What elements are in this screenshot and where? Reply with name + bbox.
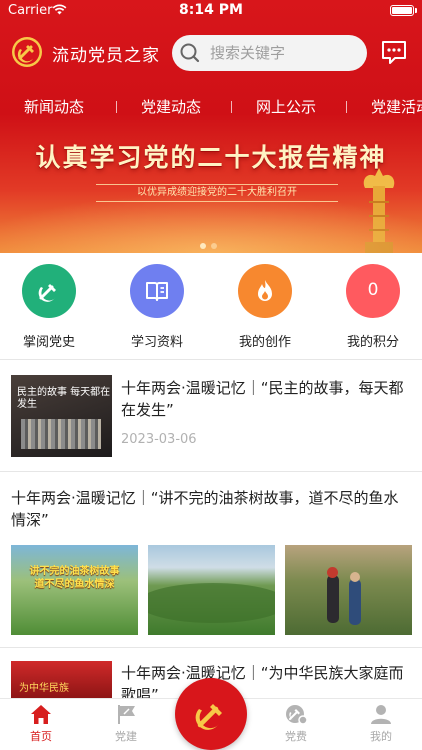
header-hero: Carrier 8:14 PM 流动党员之家 搜索关键字 新闻动态 党建动态 网…: [0, 0, 422, 253]
news-thumbnail: 讲不完的油茶树故事 道不尽的鱼水情深: [11, 545, 138, 635]
flame-icon: [238, 264, 292, 318]
nav-label: 党建: [115, 730, 137, 743]
news-title: 十年两会·温暖记忆｜“讲不完的油茶树故事，道不尽的鱼水情深”: [11, 489, 399, 529]
quick-entry-label: 学习资料: [130, 335, 183, 350]
quick-entry-my-creations[interactable]: 我的创作: [220, 264, 310, 350]
tab-divider: [116, 101, 117, 113]
battery-icon: [390, 5, 417, 16]
news-thumbnail: 为中华民族: [11, 661, 112, 698]
news-thumbnail: 民主的故事 每天都在发生: [11, 375, 112, 457]
search-bar[interactable]: [172, 35, 367, 71]
section-divider: [0, 647, 422, 648]
quick-entry-party-history[interactable]: 掌阅党史: [4, 264, 94, 350]
quick-entry-my-points[interactable]: 0 我的积分: [328, 264, 418, 350]
page-dot-active[interactable]: [200, 243, 206, 249]
party-emblem-icon: [195, 704, 222, 730]
points-icon: 0: [346, 264, 400, 318]
tab-party-activities[interactable]: 党建活动: [371, 96, 422, 117]
clock: 8:14 PM: [179, 2, 243, 18]
user-icon: [371, 705, 391, 724]
news-title: 十年两会·温暖记忆｜“民主的故事，每天都在发生”: [121, 379, 404, 419]
quick-entry-label: 我的积分: [346, 335, 399, 350]
quick-entry-label: 掌阅党史: [22, 335, 75, 350]
quick-entries: 掌阅党史 学习资料 我的创作 0 我的积分: [0, 253, 422, 359]
huabiao-column-icon: [363, 168, 395, 253]
nav-label: 党费: [285, 730, 307, 743]
nav-home[interactable]: 首页: [6, 703, 76, 744]
party-emblem-icon: [22, 264, 76, 318]
section-divider: [0, 471, 422, 472]
tab-party-building-news[interactable]: 党建动态: [141, 96, 201, 117]
tab-news[interactable]: 新闻动态: [24, 96, 84, 117]
message-icon[interactable]: [380, 39, 408, 65]
tab-divider: [231, 101, 232, 113]
nav-profile[interactable]: 我的: [346, 703, 416, 744]
category-tabs: 新闻动态 党建动态 网上公示 党建活动: [0, 90, 422, 122]
thumbnail-caption: 讲不完的油茶树故事 道不尽的鱼水情深: [29, 566, 120, 590]
nav-party-building[interactable]: 党建: [91, 703, 161, 744]
thumbnail-caption: 民主的故事 每天都在发生: [17, 387, 111, 410]
status-bar: Carrier 8:14 PM: [0, 0, 422, 22]
party-flag-icon: [118, 705, 135, 724]
search-input[interactable]: [210, 41, 360, 65]
app-title: 流动党员之家: [52, 46, 160, 66]
page-dot[interactable]: [211, 243, 217, 249]
section-divider: [0, 359, 422, 360]
nav-label: 首页: [30, 730, 52, 743]
news-date: 2023-03-06: [121, 432, 197, 447]
nav-label: 我的: [370, 730, 392, 743]
news-thumbnail: [285, 545, 412, 635]
party-emblem-logo-icon: [12, 37, 42, 67]
center-party-button[interactable]: [175, 678, 247, 750]
points-value: 0: [367, 280, 379, 300]
search-icon: [180, 43, 200, 63]
home-icon: [31, 705, 51, 724]
tab-public-notice[interactable]: 网上公示: [256, 96, 316, 117]
tab-divider: [346, 101, 347, 113]
thumbnail-caption: 为中华民族: [19, 683, 69, 694]
banner-page-indicator: [200, 234, 222, 253]
banner-subtitle: 以优异成绩迎接党的二十大胜利召开: [96, 184, 338, 202]
quick-entry-study-materials[interactable]: 学习资料: [112, 264, 202, 350]
news-thumbnail: [148, 545, 275, 635]
nav-party-fee[interactable]: 党费: [261, 703, 331, 744]
quick-entry-label: 我的创作: [238, 335, 291, 350]
party-fee-icon: [286, 705, 308, 725]
top-bar: 流动党员之家: [0, 30, 422, 76]
open-book-icon: [130, 264, 184, 318]
